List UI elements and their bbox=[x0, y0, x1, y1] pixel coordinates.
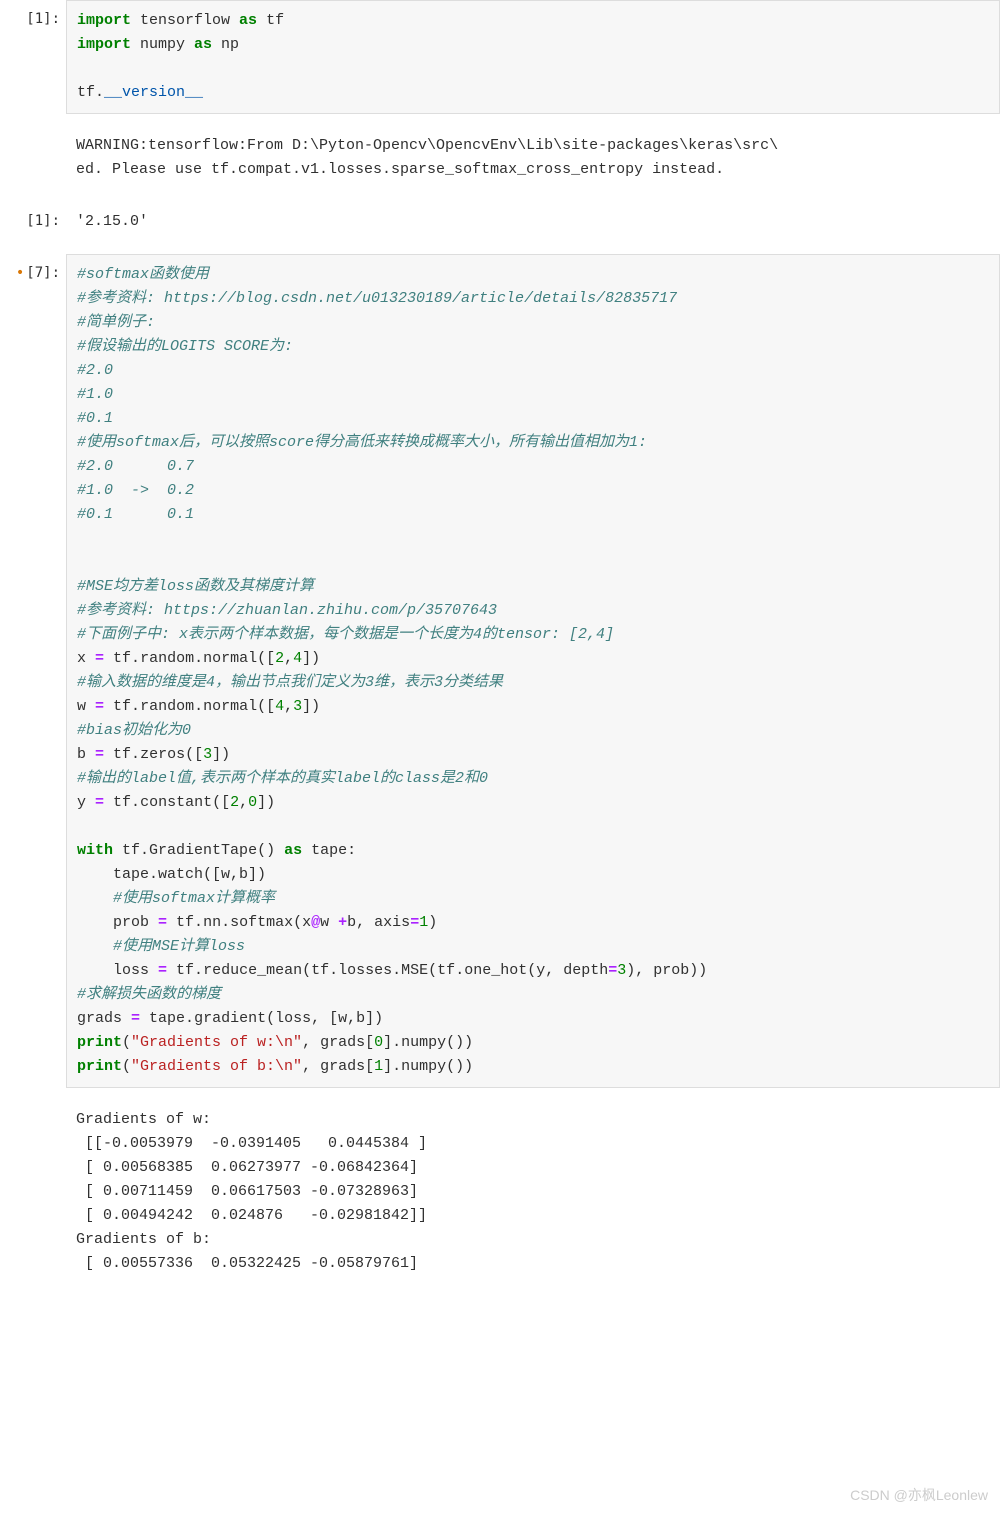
cell-prompt bbox=[0, 1100, 66, 1108]
code-line: grads = tape.gradient(loss, [w,b]) bbox=[77, 1007, 989, 1031]
code-line: #2.0 0.7 bbox=[77, 455, 989, 479]
code-line: #参考资料: https://blog.csdn.net/u013230189/… bbox=[77, 287, 989, 311]
watermark: CSDN @亦枫Leonlew bbox=[850, 1484, 988, 1506]
notebook-cell: [7]:#softmax函数使用#参考资料: https://blog.csdn… bbox=[0, 254, 1000, 1088]
code-line: y = tf.constant([2,0]) bbox=[77, 791, 989, 815]
code-line: #1.0 -> 0.2 bbox=[77, 479, 989, 503]
code-line: import numpy as np bbox=[77, 33, 989, 57]
code-line: #输入数据的维度是4，输出节点我们定义为3维，表示3分类结果 bbox=[77, 671, 989, 695]
code-line: print("Gradients of w:\n", grads[0].nump… bbox=[77, 1031, 989, 1055]
code-line: tape.watch([w,b]) bbox=[77, 863, 989, 887]
notebook-cell: WARNING:tensorflow:From D:\Pyton-Opencv\… bbox=[0, 126, 1000, 190]
output-cell: Gradients of w: [[-0.0053979 -0.0391405 … bbox=[66, 1100, 1000, 1284]
code-line bbox=[77, 551, 989, 575]
code-line: #输出的label值,表示两个样本的真实label的class是2和0 bbox=[77, 767, 989, 791]
code-line: prob = tf.nn.softmax(x@w +b, axis=1) bbox=[77, 911, 989, 935]
output-cell: WARNING:tensorflow:From D:\Pyton-Opencv\… bbox=[66, 126, 1000, 190]
cell-prompt: [7]: bbox=[0, 254, 66, 284]
notebook-cell: [1]:'2.15.0' bbox=[0, 202, 1000, 242]
code-line: #bias初始化为0 bbox=[77, 719, 989, 743]
code-line: #下面例子中: x表示两个样本数据，每个数据是一个长度为4的tensor: [2… bbox=[77, 623, 989, 647]
code-line: #softmax函数使用 bbox=[77, 263, 989, 287]
output-cell: '2.15.0' bbox=[66, 202, 1000, 242]
code-line: #使用softmax后，可以按照score得分高低来转换成概率大小，所有输出值相… bbox=[77, 431, 989, 455]
code-line: #简单例子: bbox=[77, 311, 989, 335]
code-line: #2.0 bbox=[77, 359, 989, 383]
code-line: print("Gradients of b:\n", grads[1].nump… bbox=[77, 1055, 989, 1079]
code-line: tf.__version__ bbox=[77, 81, 989, 105]
code-line: #参考资料: https://zhuanlan.zhihu.com/p/3570… bbox=[77, 599, 989, 623]
code-line: #求解损失函数的梯度 bbox=[77, 983, 989, 1007]
notebook-cell: Gradients of w: [[-0.0053979 -0.0391405 … bbox=[0, 1100, 1000, 1284]
cell-prompt bbox=[0, 126, 66, 134]
code-line: loss = tf.reduce_mean(tf.losses.MSE(tf.o… bbox=[77, 959, 989, 983]
code-cell[interactable]: import tensorflow as tfimport numpy as n… bbox=[66, 0, 1000, 114]
code-line: #MSE均方差loss函数及其梯度计算 bbox=[77, 575, 989, 599]
code-line: b = tf.zeros([3]) bbox=[77, 743, 989, 767]
code-line: #假设输出的LOGITS SCORE为: bbox=[77, 335, 989, 359]
code-line: import tensorflow as tf bbox=[77, 9, 989, 33]
code-line: #1.0 bbox=[77, 383, 989, 407]
cell-prompt: [1]: bbox=[0, 0, 66, 30]
code-line: #0.1 bbox=[77, 407, 989, 431]
code-line bbox=[77, 527, 989, 551]
code-line: w = tf.random.normal([4,3]) bbox=[77, 695, 989, 719]
code-line: #0.1 0.1 bbox=[77, 503, 989, 527]
code-line: #使用MSE计算loss bbox=[77, 935, 989, 959]
cell-prompt: [1]: bbox=[0, 202, 66, 232]
notebook-cell: [1]:import tensorflow as tfimport numpy … bbox=[0, 0, 1000, 114]
code-cell[interactable]: #softmax函数使用#参考资料: https://blog.csdn.net… bbox=[66, 254, 1000, 1088]
code-line: x = tf.random.normal([2,4]) bbox=[77, 647, 989, 671]
code-line bbox=[77, 815, 989, 839]
code-line: #使用softmax计算概率 bbox=[77, 887, 989, 911]
code-line: with tf.GradientTape() as tape: bbox=[77, 839, 989, 863]
code-line bbox=[77, 57, 989, 81]
